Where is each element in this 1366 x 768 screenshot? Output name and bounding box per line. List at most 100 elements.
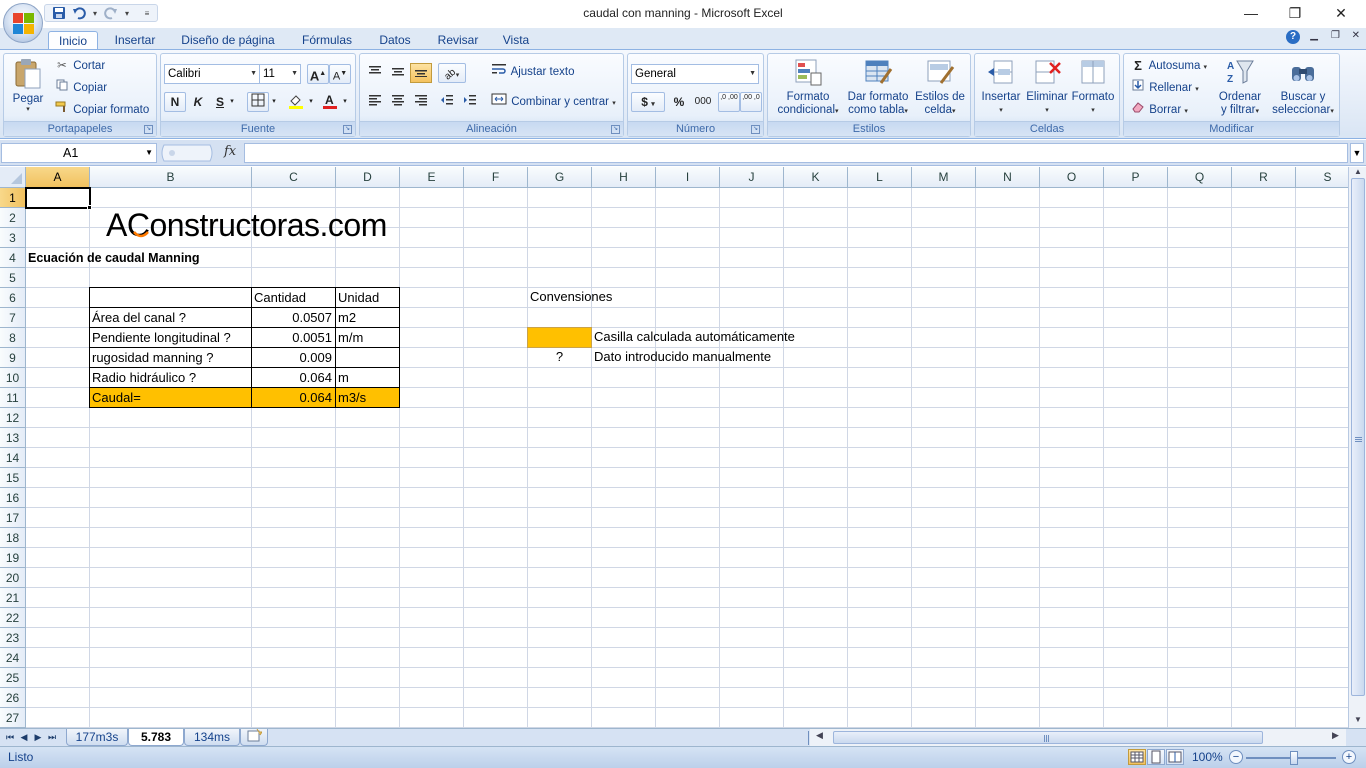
table-row-value[interactable]: 0.0507: [251, 307, 336, 328]
first-sheet-icon[interactable]: ⏮: [4, 730, 16, 744]
row-header[interactable]: 12: [0, 408, 26, 428]
column-header[interactable]: F: [464, 167, 528, 188]
copy-button[interactable]: Copiar: [54, 78, 107, 98]
column-header[interactable]: B: [90, 167, 252, 188]
font-name-combo[interactable]: Calibri ▼: [164, 64, 260, 84]
percent-style-button[interactable]: %: [668, 92, 690, 112]
row-header[interactable]: 7: [0, 308, 26, 328]
row-header[interactable]: 1: [0, 188, 26, 208]
tab-inicio[interactable]: Inicio: [48, 31, 98, 50]
name-box[interactable]: A1 ▼: [1, 143, 157, 163]
align-bottom-icon[interactable]: [410, 63, 432, 83]
tab-vista[interactable]: Vista: [494, 31, 538, 50]
workbook-minimize-icon[interactable]: ▁: [1310, 30, 1318, 41]
column-header[interactable]: A: [26, 167, 90, 188]
row-header[interactable]: 11: [0, 388, 26, 408]
fill-button[interactable]: Rellenar ▾: [1130, 78, 1199, 98]
italic-button[interactable]: K: [187, 92, 209, 112]
orientation-icon[interactable]: ab▾: [438, 63, 466, 83]
column-header[interactable]: S: [1296, 167, 1348, 188]
column-header[interactable]: H: [592, 167, 656, 188]
borders-icon[interactable]: [247, 92, 269, 112]
row-header[interactable]: 13: [0, 428, 26, 448]
format-cells-button[interactable]: Formato ▾: [1071, 57, 1115, 117]
horizontal-scrollbar[interactable]: ◀ ▶: [810, 729, 1346, 746]
row-header[interactable]: 5: [0, 268, 26, 288]
borders-dropdown-icon[interactable]: ▾: [269, 92, 279, 112]
row-header[interactable]: 26: [0, 688, 26, 708]
column-header[interactable]: P: [1104, 167, 1168, 188]
tab-revisar[interactable]: Revisar: [430, 31, 486, 50]
row-header[interactable]: 2: [0, 208, 26, 228]
column-header[interactable]: E: [400, 167, 464, 188]
decrease-decimal-button[interactable]: ,00 ,0: [740, 92, 762, 112]
row-header[interactable]: 21: [0, 588, 26, 608]
portapapeles-launcher-icon[interactable]: ↘: [144, 125, 153, 134]
conventions-calc-label[interactable]: Casilla calculada automáticamente: [592, 327, 797, 347]
increase-indent-icon[interactable]: [459, 92, 481, 112]
row-header[interactable]: 6: [0, 288, 26, 308]
table-header-blank[interactable]: [89, 287, 252, 308]
cut-button[interactable]: ✂ Cortar: [54, 56, 105, 76]
fill-color-icon[interactable]: [285, 92, 307, 112]
vertical-scroll-thumb[interactable]: [1351, 178, 1365, 696]
row-header[interactable]: 20: [0, 568, 26, 588]
help-icon[interactable]: ?: [1286, 30, 1300, 44]
font-color-icon[interactable]: A: [319, 92, 341, 112]
align-middle-icon[interactable]: [387, 63, 409, 83]
conventions-manual-label[interactable]: Dato introducido manualmente: [592, 347, 773, 367]
workbook-restore-icon[interactable]: ❐: [1331, 30, 1340, 41]
increase-decimal-button[interactable]: ,0 ,00: [718, 92, 740, 112]
insert-function-button[interactable]: fx: [224, 144, 236, 159]
column-header[interactable]: C: [252, 167, 336, 188]
row-header[interactable]: 19: [0, 548, 26, 568]
merge-center-button[interactable]: Combinar y centrar ▾: [490, 92, 616, 112]
alineacion-launcher-icon[interactable]: ↘: [611, 125, 620, 134]
sheet-title[interactable]: Ecuación de caudal Manning: [26, 248, 202, 268]
tab-formulas[interactable]: Fórmulas: [294, 31, 360, 50]
wrap-text-button[interactable]: Ajustar texto: [490, 62, 574, 82]
fill-handle[interactable]: [87, 205, 92, 210]
row-header[interactable]: 27: [0, 708, 26, 728]
delete-cells-button[interactable]: Eliminar ▾: [1025, 57, 1069, 117]
conventions-calc-swatch[interactable]: [527, 327, 592, 348]
row-header[interactable]: 22: [0, 608, 26, 628]
cell-styles-button[interactable]: Estilos de celda▾: [912, 57, 968, 118]
scroll-left-icon[interactable]: ◀: [816, 730, 823, 741]
sheet-tab[interactable]: 177m3s: [66, 729, 128, 746]
shrink-font-button[interactable]: A▼: [329, 64, 351, 84]
align-left-icon[interactable]: [364, 92, 386, 112]
row-header[interactable]: 24: [0, 648, 26, 668]
row-header[interactable]: 10: [0, 368, 26, 388]
format-painter-button[interactable]: Copiar formato: [54, 100, 149, 120]
column-header[interactable]: D: [336, 167, 400, 188]
bold-button[interactable]: N: [164, 92, 186, 112]
grow-font-button[interactable]: A▲: [307, 64, 329, 84]
scroll-right-icon[interactable]: ▶: [1332, 730, 1339, 741]
number-format-combo[interactable]: General ▼: [631, 64, 759, 84]
row-header[interactable]: 17: [0, 508, 26, 528]
column-header[interactable]: R: [1232, 167, 1296, 188]
sheet-tab-active[interactable]: 5.783: [128, 729, 184, 746]
table-row-value[interactable]: 0.064: [251, 367, 336, 388]
row-header[interactable]: 9: [0, 348, 26, 368]
select-all-button[interactable]: [0, 167, 26, 188]
scroll-down-icon[interactable]: ▼: [1351, 713, 1365, 727]
conditional-format-button[interactable]: Formato condicional▾: [772, 57, 844, 118]
formula-input[interactable]: [244, 143, 1348, 163]
vertical-scrollbar[interactable]: ▲ ▼: [1348, 167, 1366, 728]
decrease-indent-icon[interactable]: [436, 92, 458, 112]
font-size-combo[interactable]: 11 ▼: [259, 64, 301, 84]
column-header[interactable]: J: [720, 167, 784, 188]
conventions-title[interactable]: Convensiones: [528, 287, 614, 307]
insert-sheet-icon[interactable]: [240, 728, 268, 746]
column-header[interactable]: Q: [1168, 167, 1232, 188]
result-value[interactable]: 0.064: [251, 387, 336, 408]
prev-sheet-icon[interactable]: ◀: [18, 730, 30, 744]
row-header[interactable]: 4: [0, 248, 26, 268]
result-unit[interactable]: m3/s: [335, 387, 400, 408]
table-row-unit[interactable]: m: [335, 367, 400, 388]
zoom-level[interactable]: 100%: [1192, 750, 1223, 764]
close-button[interactable]: ✕: [1318, 0, 1364, 28]
row-header[interactable]: 16: [0, 488, 26, 508]
